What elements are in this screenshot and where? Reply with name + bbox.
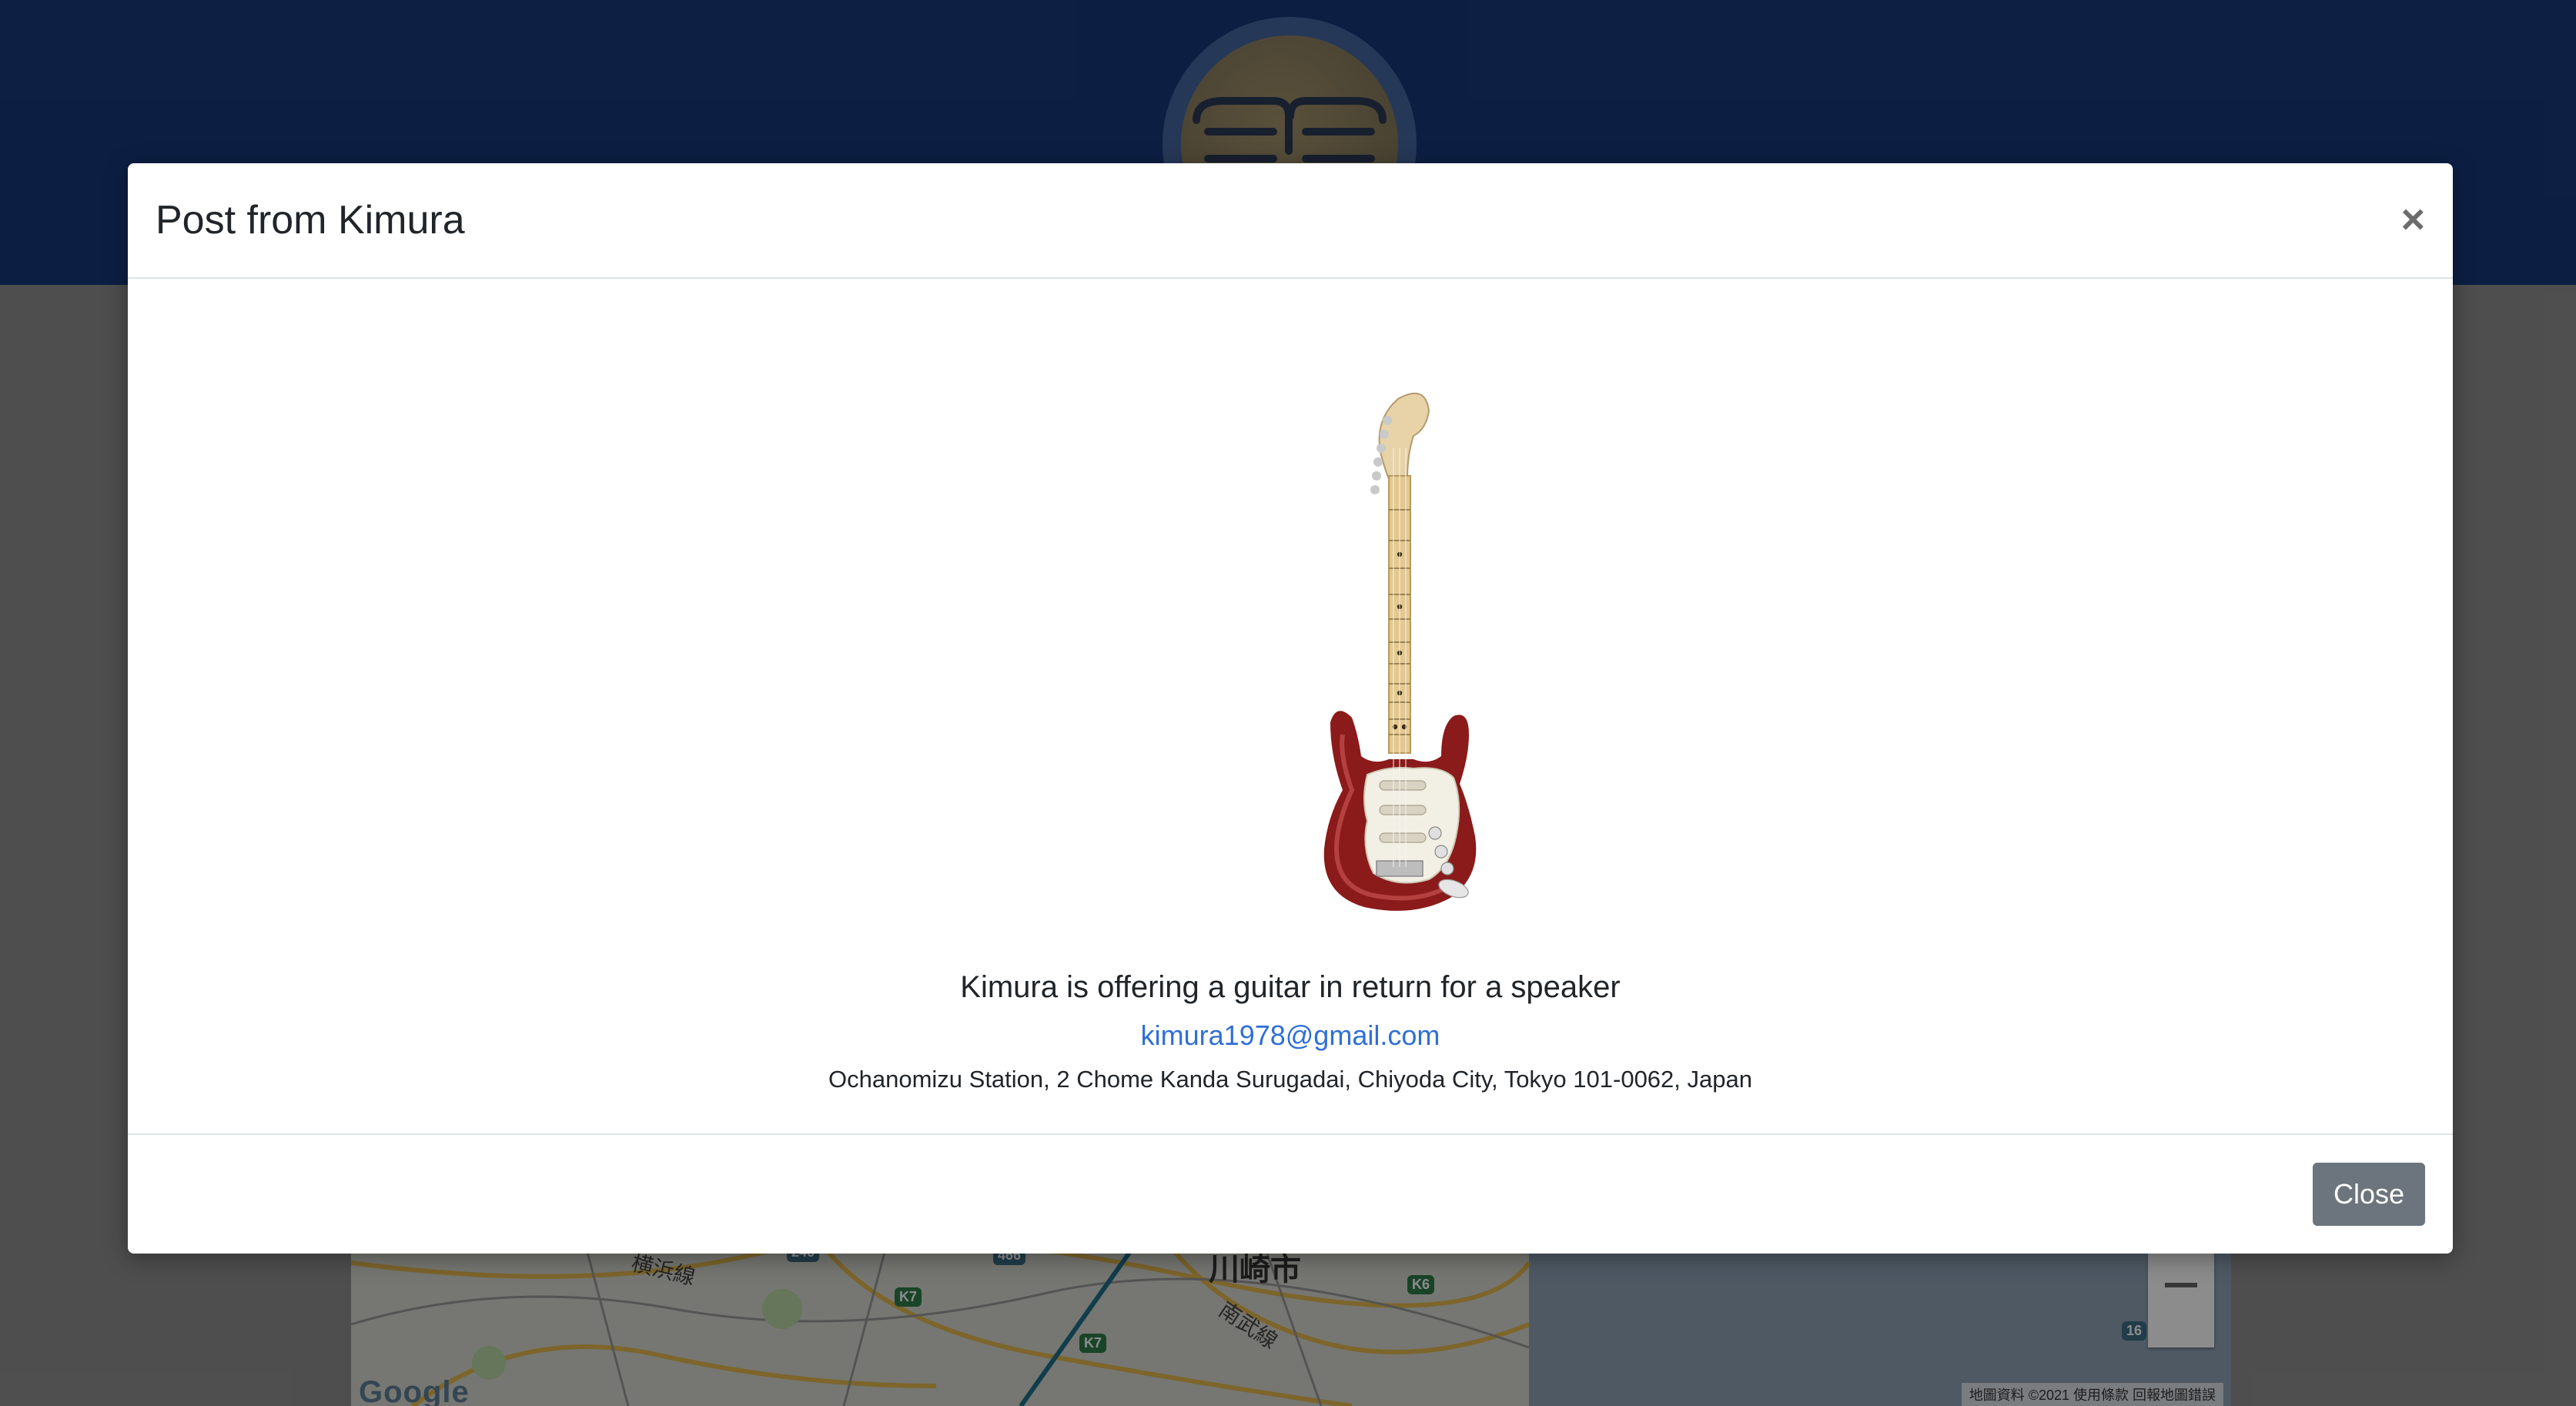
post-address: Ochanomizu Station, 2 Chome Kanda Suruga… <box>828 1066 1752 1093</box>
modal-footer: Close <box>128 1133 2453 1254</box>
post-modal: Post from Kimura × Kimura is offering a … <box>128 163 2453 1254</box>
email-link[interactable]: kimura1978@gmail.com <box>128 1019 2453 1052</box>
post-description: Kimura is offering a guitar in return fo… <box>960 970 1621 1004</box>
close-icon[interactable]: × <box>2400 199 2425 240</box>
close-button[interactable]: Close <box>2313 1163 2425 1226</box>
modal-header: Post from Kimura × <box>128 163 2453 279</box>
modal-body: Kimura is offering a guitar in return fo… <box>128 279 2453 1132</box>
electric-guitar-icon <box>1323 392 1477 911</box>
modal-title: Post from Kimura <box>156 198 465 243</box>
